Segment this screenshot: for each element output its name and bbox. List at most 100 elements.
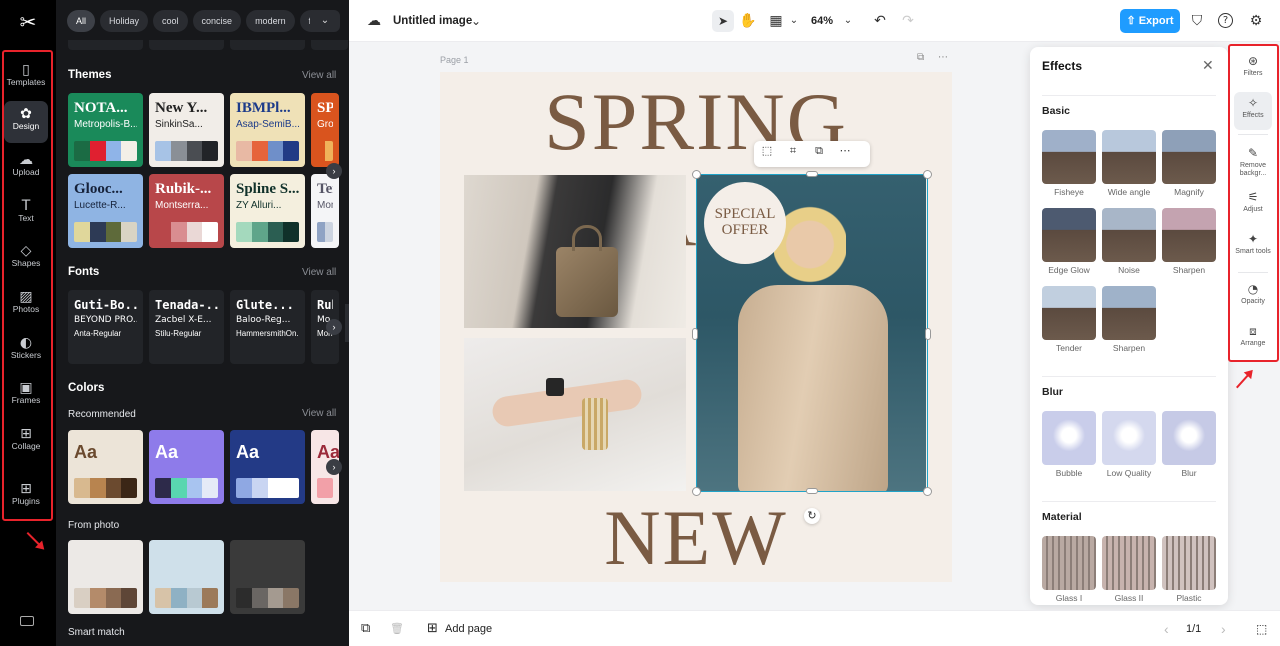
divider — [1042, 376, 1216, 377]
chip-all[interactable]: All — [67, 10, 96, 32]
effect-thumbnail[interactable] — [1102, 411, 1156, 465]
chip-cool[interactable]: cool — [153, 10, 188, 32]
theme-card[interactable]: New Y... SinkinSa... — [149, 93, 224, 167]
theme-card[interactable]: Spline S... ZY Alluri... — [230, 174, 305, 248]
effect-thumbnail[interactable] — [1042, 411, 1096, 465]
effect-thumbnail[interactable] — [1102, 286, 1156, 340]
effect-thumbnail[interactable] — [1162, 536, 1216, 590]
colors-view-all[interactable]: View all — [302, 408, 336, 419]
crop-icon[interactable]: ⬚ — [754, 144, 780, 157]
color-palette-card[interactable]: Aa — [149, 430, 224, 504]
font-card[interactable]: Guti-Bo... BEYOND PRO... Anta-Regular — [68, 290, 143, 364]
theme-card[interactable]: Ter Mon — [311, 174, 339, 248]
effect-thumbnail[interactable] — [1162, 208, 1216, 262]
chip-concise[interactable]: concise — [192, 10, 242, 32]
zoom-level[interactable]: 64% — [811, 0, 833, 42]
effect-thumbnail[interactable] — [1042, 286, 1096, 340]
font-body: HammersmithOn... — [236, 329, 299, 338]
colors-next-icon[interactable]: › — [326, 459, 342, 475]
chip-holiday[interactable]: Holiday — [100, 10, 149, 32]
photo-palette-card[interactable] — [230, 540, 305, 614]
fonts-title: Fonts — [68, 266, 100, 278]
add-page-button[interactable]: Add page — [445, 611, 492, 646]
effect-thumbnail[interactable] — [1102, 536, 1156, 590]
close-icon[interactable]: ✕ — [1202, 57, 1214, 74]
theme-heading-font: IBMPl... — [236, 100, 291, 116]
theme-card[interactable]: Rubik-... Montserra... — [149, 174, 224, 248]
theme-body-font: Asap-SemiB... — [236, 119, 299, 130]
effect-thumbnail[interactable] — [1102, 130, 1156, 184]
resize-handle-br[interactable] — [923, 487, 932, 496]
replace-icon[interactable]: ⌗ — [780, 144, 806, 158]
chips-expand-button[interactable]: ⌄ — [310, 10, 340, 32]
palette-sample-text: Aa — [236, 442, 260, 462]
resize-handle-b[interactable] — [806, 488, 818, 494]
headline-new-arrival[interactable]: NEW ARRIVAL — [440, 492, 952, 582]
select-tool-icon[interactable]: ➤ — [712, 10, 734, 32]
themes-view-all[interactable]: View all — [302, 70, 336, 81]
theme-card[interactable]: Glooc... Lucette-R... — [68, 174, 143, 248]
cloud-icon[interactable]: ☁ — [365, 12, 383, 30]
resize-handle-tl[interactable] — [692, 170, 701, 179]
expand-icon[interactable]: ⬚ — [1256, 611, 1267, 646]
font-card[interactable]: Tenada-... Zacbel X-E... Stilu-Regular — [149, 290, 224, 364]
app-logo-icon[interactable]: ✂ — [16, 10, 40, 34]
resize-handle-tr[interactable] — [923, 170, 932, 179]
theme-heading-font: Rubik-... — [155, 181, 212, 197]
rotate-icon[interactable]: ↻ — [804, 508, 820, 524]
theme-card[interactable]: IBMPl... Asap-SemiB... — [230, 93, 305, 167]
add-page-icon[interactable]: ⊞ — [427, 611, 438, 646]
more-icon[interactable]: ⋯ — [832, 144, 858, 157]
hand-tool-icon[interactable]: ✋ — [739, 12, 757, 30]
layout-icon[interactable]: ▦ — [767, 12, 785, 30]
effect-thumbnail[interactable] — [1042, 130, 1096, 184]
zoom-chevron-down-icon[interactable]: ⌄ — [839, 12, 857, 30]
shield-icon[interactable]: ⛉ — [1188, 12, 1206, 30]
effect-thumbnail[interactable] — [1162, 130, 1216, 184]
page-more-icon[interactable]: ⋯ — [938, 52, 948, 63]
selection-box[interactable] — [696, 174, 928, 492]
filter-chips: AllHolidaycoolconcisemodernform — [67, 10, 347, 32]
photo-coat-bag[interactable] — [464, 175, 686, 328]
divider — [1042, 501, 1216, 502]
redo-icon[interactable]: ↷ — [899, 12, 917, 30]
prev-page-icon[interactable]: ‹ — [1164, 611, 1169, 646]
resize-handle-t[interactable] — [806, 171, 818, 177]
effect-thumbnail[interactable] — [1042, 208, 1096, 262]
duplicate-icon[interactable]: ⧉ — [806, 144, 832, 158]
photo-palette-card[interactable] — [149, 540, 224, 614]
document-title[interactable]: Untitled image — [393, 0, 472, 42]
photo-palette-card[interactable] — [68, 540, 143, 614]
photo-hand-bracelets[interactable] — [464, 338, 686, 491]
themes-next-icon[interactable]: › — [326, 163, 342, 179]
effect-thumbnail[interactable] — [1102, 208, 1156, 262]
theme-card[interactable]: SP Grotes — [311, 93, 339, 167]
effect-thumbnail[interactable] — [1162, 411, 1216, 465]
resize-handle-l[interactable] — [692, 328, 698, 340]
fonts-next-icon[interactable]: › — [326, 319, 342, 335]
resize-handle-bl[interactable] — [692, 487, 701, 496]
effect-label: Edge Glow — [1048, 265, 1090, 275]
trash-icon[interactable]: 🗑 — [390, 611, 404, 646]
fonts-view-all[interactable]: View all — [302, 267, 336, 278]
chip-modern[interactable]: modern — [246, 10, 295, 32]
duplicate-page-icon[interactable]: ⧉ — [917, 52, 924, 63]
copy-page-icon[interactable]: ⧉ — [361, 611, 370, 646]
theme-card[interactable]: NOTA... Metropolis-B... — [68, 93, 143, 167]
resize-handle-r[interactable] — [925, 328, 931, 340]
color-palette-card[interactable]: Aa — [230, 430, 305, 504]
undo-icon[interactable]: ↶ — [871, 12, 889, 30]
effect-label: Glass II — [1114, 593, 1144, 603]
title-chevron-down-icon[interactable]: ⌄ — [467, 12, 485, 30]
help-icon[interactable]: ? — [1218, 13, 1233, 28]
layout-chevron-down-icon[interactable]: ⌄ — [785, 12, 803, 30]
annotation-box-left — [2, 50, 53, 521]
page-counter: 1/1 — [1186, 623, 1202, 635]
keyboard-icon[interactable] — [20, 616, 34, 626]
settings-icon[interactable]: ⚙ — [1247, 12, 1265, 30]
export-button[interactable]: ⇧ Export — [1120, 9, 1180, 33]
next-page-icon[interactable]: › — [1221, 611, 1226, 646]
font-card[interactable]: Glute... Baloo-Reg... HammersmithOn... — [230, 290, 305, 364]
color-palette-card[interactable]: Aa — [68, 430, 143, 504]
effect-thumbnail[interactable] — [1042, 536, 1096, 590]
